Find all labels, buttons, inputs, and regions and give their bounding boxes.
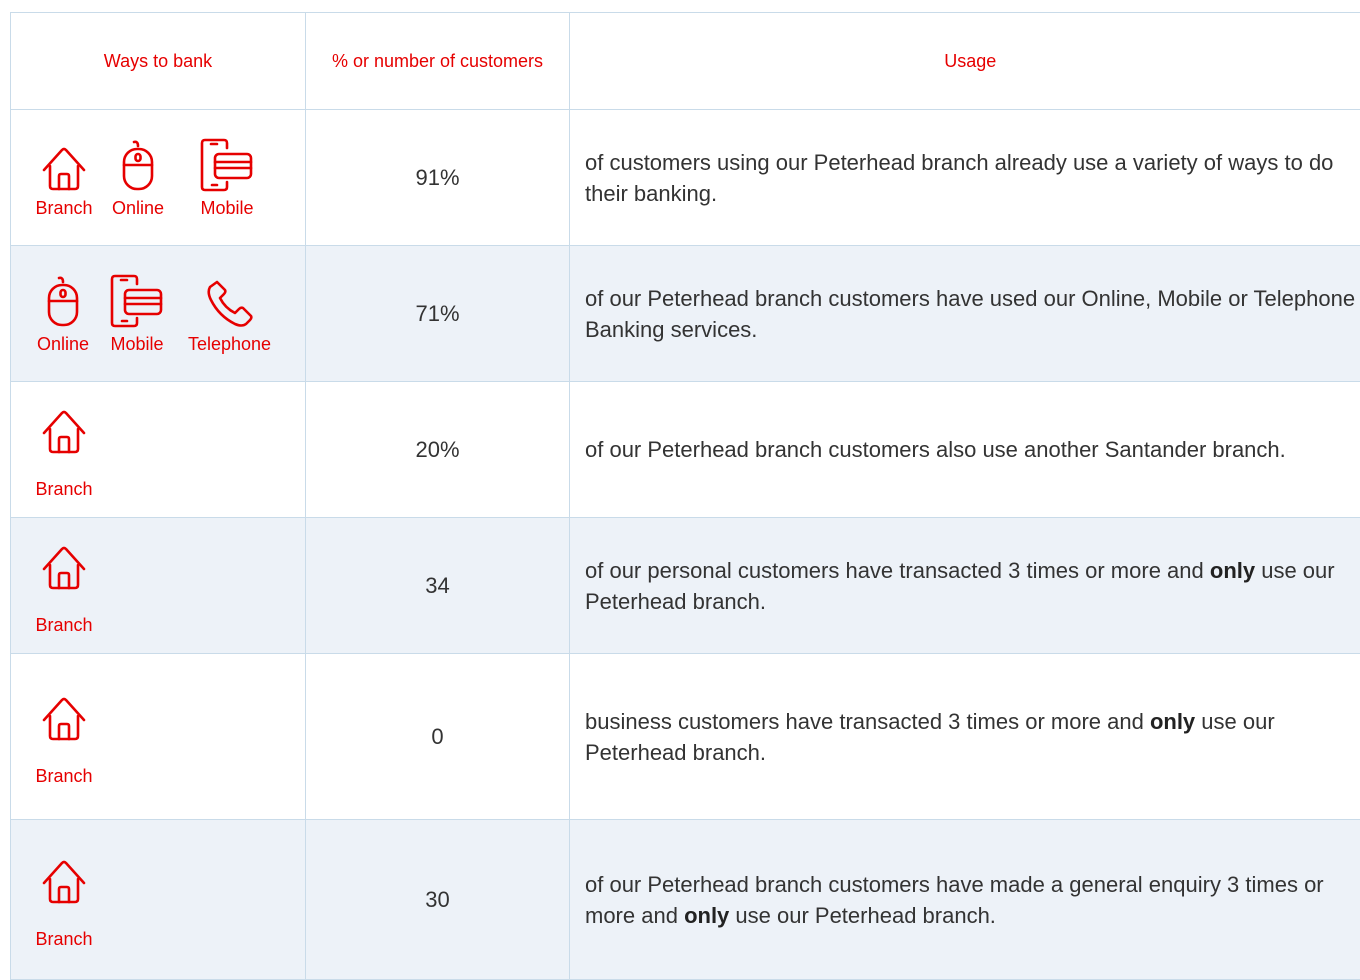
usage-description: of our personal customers have transacte… [569, 517, 1360, 654]
customer-value: 71% [305, 245, 570, 382]
customer-value: 20% [305, 381, 570, 518]
ways-to-bank-cell: Branch [10, 653, 306, 820]
usage-text: of our personal customers have transacte… [585, 557, 1210, 583]
header-usage: Usage [569, 12, 1360, 110]
table-row: Branch 30 of our Peterhead branch customer… [10, 819, 1360, 980]
channel-telephone: Telephone [182, 272, 277, 355]
channel-label: Online [36, 334, 90, 354]
ways-to-bank-cell: Online Mobile Telephone [10, 245, 306, 382]
customer-value: 91% [305, 109, 570, 246]
ways-to-bank-cell: Branch [10, 381, 306, 518]
channel-label: Branch [35, 479, 93, 499]
usage-description: of our Peterhead branch customers have u… [569, 245, 1360, 382]
channel-branch: Branch [34, 136, 94, 219]
customer-value: 34 [305, 517, 570, 654]
channel-label: Branch [35, 929, 93, 949]
mouse-icon [45, 272, 81, 328]
house-icon [41, 849, 87, 905]
ways-to-bank-cell: Branch [10, 819, 306, 980]
channel-online: Online [94, 136, 182, 219]
mobile-card-icon [197, 136, 257, 192]
channel-branch: Branch [34, 399, 94, 500]
channel-online: Online [34, 272, 92, 355]
usage-emphasis: only [684, 902, 730, 928]
header-customers: % or number of customers [305, 12, 570, 110]
table-row: Branch 20% of our Peterhead branch custome… [10, 381, 1360, 518]
table-header-row: Ways to bank % or number of customers Us… [10, 12, 1360, 110]
table-row: Branch 34 of our personal customers have t… [10, 517, 1360, 654]
mouse-icon [120, 136, 156, 192]
table-row: Online Mobile Telephone 71% of our Peterhead… [10, 245, 1360, 382]
header-ways-to-bank: Ways to bank [10, 12, 306, 110]
channel-label: Branch [35, 615, 93, 635]
usage-text: of customers using our Peterhead branch … [585, 149, 1334, 206]
usage-emphasis: only [1149, 708, 1196, 734]
channel-branch: Branch [34, 849, 94, 950]
usage-text: of our Peterhead branch customers have u… [585, 285, 1356, 342]
channel-label: Mobile [110, 334, 164, 354]
channel-label: Mobile [200, 198, 254, 218]
house-icon [41, 535, 87, 591]
channel-label: Telephone [187, 334, 272, 354]
customer-value: 30 [305, 819, 570, 980]
channel-branch: Branch [34, 535, 94, 636]
house-icon [41, 136, 87, 192]
channel-label: Online [111, 198, 165, 218]
channel-mobile: Mobile [182, 136, 272, 219]
ways-to-bank-table: Ways to bank % or number of customers Us… [10, 12, 1360, 980]
table-row: Branch 0 business customers have transacte… [10, 653, 1360, 820]
channel-label: Branch [35, 766, 93, 786]
usage-emphasis: only [1209, 557, 1256, 583]
channel-mobile: Mobile [92, 272, 182, 355]
mobile-card-icon [107, 272, 167, 328]
usage-text: business customers have transacted 3 tim… [585, 708, 1150, 734]
usage-description: of customers using our Peterhead branch … [569, 109, 1360, 246]
usage-text: of our Peterhead branch customers also u… [585, 437, 1286, 462]
channel-label: Branch [35, 198, 93, 218]
usage-description: business customers have transacted 3 tim… [569, 653, 1360, 820]
ways-to-bank-cell: Branch Online Mobile [10, 109, 306, 246]
customer-value: 0 [305, 653, 570, 820]
channel-branch: Branch [34, 686, 94, 787]
usage-description: of our Peterhead branch customers also u… [569, 381, 1360, 518]
phone-icon [205, 272, 255, 328]
table-row: Branch Online Mobile 91% of customers using … [10, 109, 1360, 246]
ways-to-bank-cell: Branch [10, 517, 306, 654]
usage-text-end: use our Peterhead branch. [729, 902, 996, 928]
house-icon [41, 686, 87, 742]
usage-description: of our Peterhead branch customers have m… [569, 819, 1360, 980]
house-icon [41, 399, 87, 455]
